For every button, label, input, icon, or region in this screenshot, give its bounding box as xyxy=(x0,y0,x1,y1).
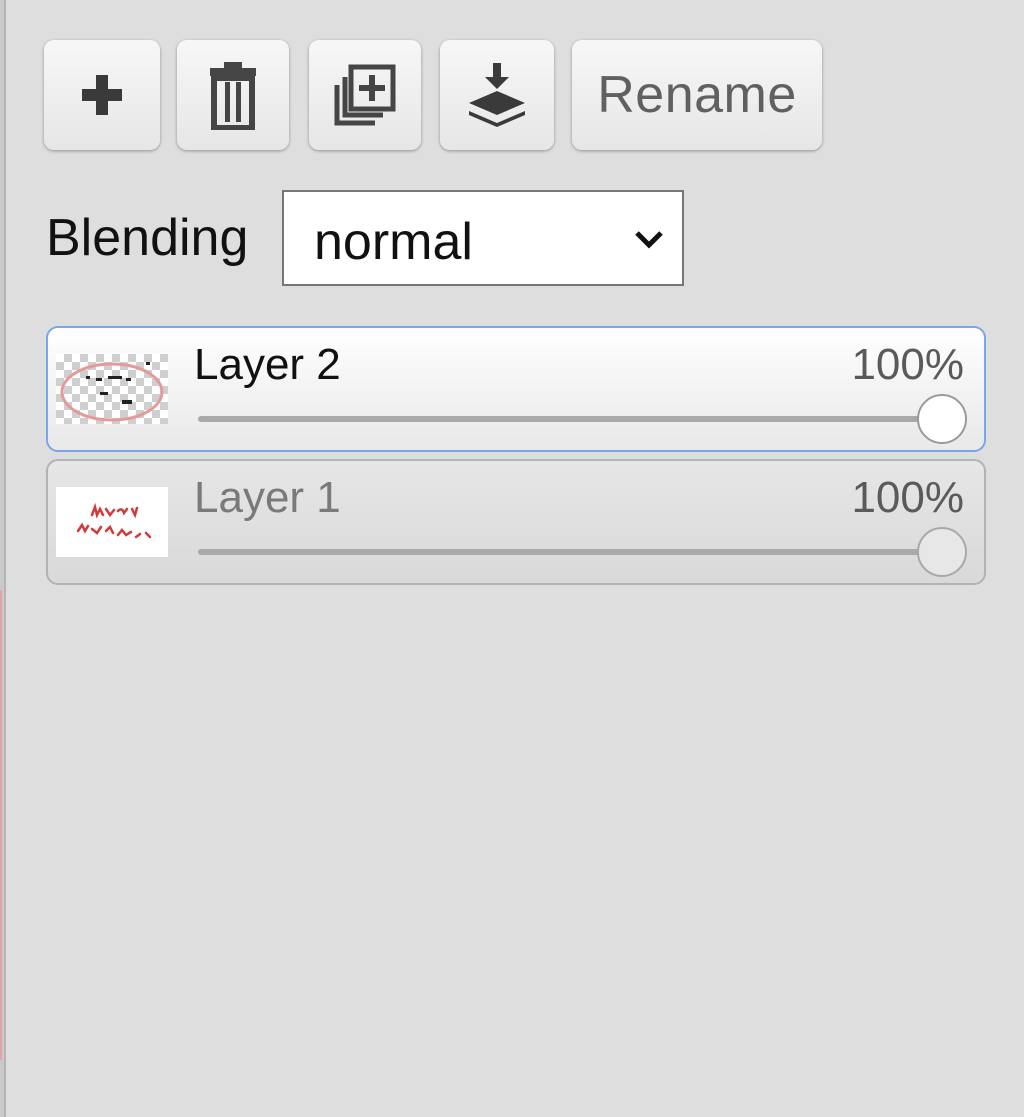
opacity-slider-track[interactable] xyxy=(198,549,938,555)
merge-down-icon xyxy=(469,63,525,127)
delete-layer-button[interactable] xyxy=(177,40,289,150)
opacity-slider-thumb[interactable] xyxy=(917,394,967,444)
merge-down-button[interactable] xyxy=(440,40,554,150)
rename-label: Rename xyxy=(597,66,797,124)
layers-panel: Rename Blending normal Layer 2 100% Laye… xyxy=(0,0,1024,1117)
layer-thumbnail xyxy=(56,487,168,557)
blending-label: Blending xyxy=(46,209,249,267)
rename-button[interactable]: Rename xyxy=(572,40,822,150)
layer-opacity-value: 100% xyxy=(851,473,964,522)
layer-row[interactable]: Layer 1 100% xyxy=(46,459,986,585)
layer-row[interactable]: Layer 2 100% xyxy=(46,326,986,452)
layer-name: Layer 1 xyxy=(194,473,341,522)
duplicate-layer-button[interactable] xyxy=(309,40,421,150)
add-layer-button[interactable] xyxy=(44,40,160,150)
layer-opacity-value: 100% xyxy=(851,340,964,389)
duplicate-icon xyxy=(334,64,396,126)
opacity-slider-thumb[interactable] xyxy=(917,527,967,577)
layer-thumbnail xyxy=(56,354,168,424)
layer-name: Layer 2 xyxy=(194,340,341,389)
plus-icon xyxy=(82,75,122,115)
chevron-down-icon xyxy=(635,231,663,249)
canvas-edge-accent xyxy=(0,590,2,1060)
blending-value: normal xyxy=(314,213,473,271)
opacity-slider-track[interactable] xyxy=(198,416,938,422)
trash-icon xyxy=(210,62,256,130)
blending-select[interactable]: normal xyxy=(282,190,684,286)
